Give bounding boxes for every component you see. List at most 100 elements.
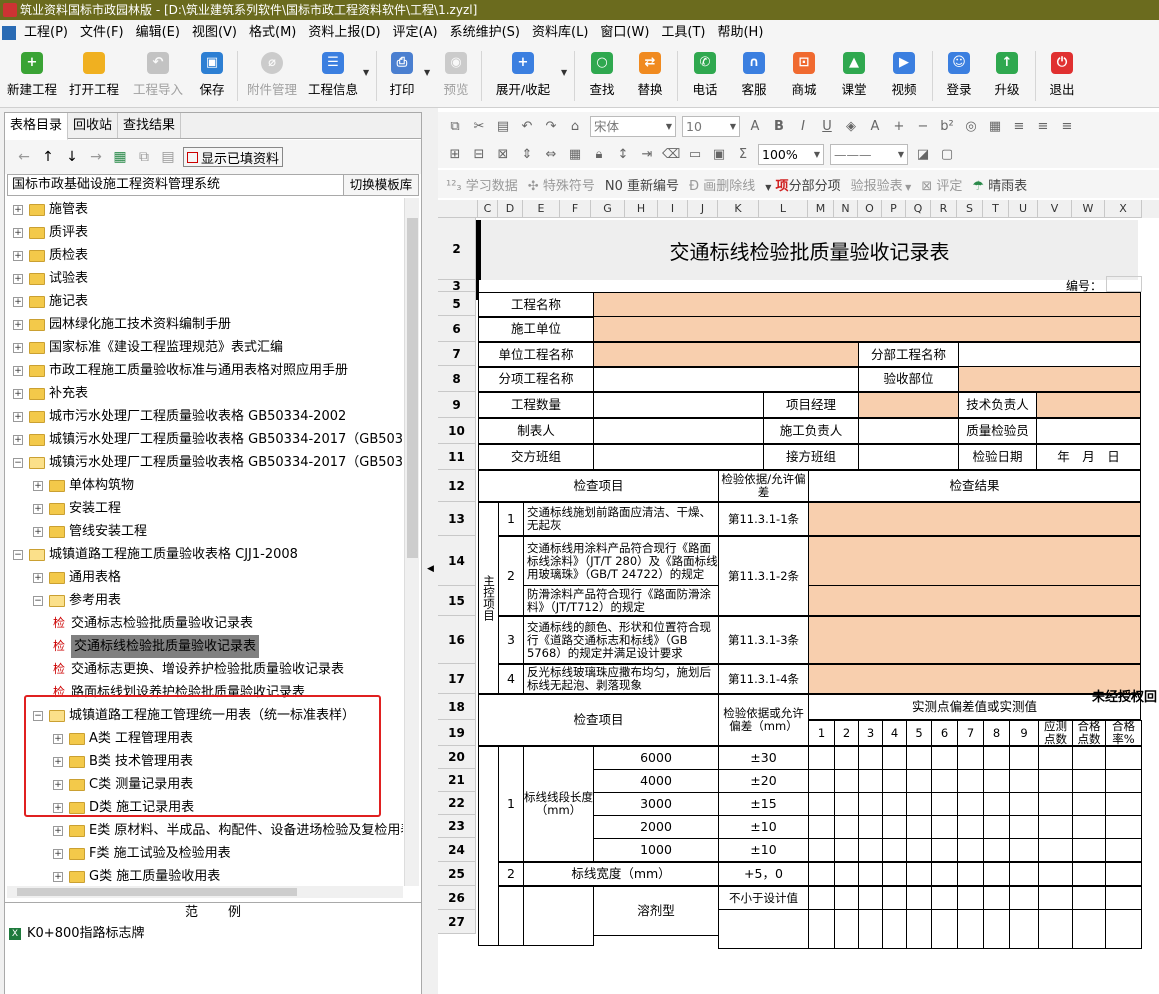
row-header[interactable]: 22 bbox=[438, 792, 476, 815]
row-header[interactable]: 13 bbox=[438, 502, 476, 536]
measure-cell[interactable] bbox=[906, 746, 932, 770]
row-header[interactable]: 19 bbox=[438, 720, 476, 746]
grid-add-icon[interactable]: ▦ bbox=[111, 149, 129, 165]
stat-header[interactable]: 应测点数 bbox=[1038, 720, 1073, 746]
measure-cell[interactable] bbox=[1009, 886, 1039, 910]
tree-folder-item[interactable]: − 城镇道路工程施工管理统一用表（统一标准表样） bbox=[33, 704, 355, 727]
project-info-dropdown-icon[interactable]: ▼ bbox=[363, 68, 373, 77]
expand-icon[interactable]: + bbox=[13, 365, 23, 376]
login-button[interactable]: ☺ 登录 bbox=[936, 46, 982, 106]
row-header[interactable]: 15 bbox=[438, 586, 476, 616]
expand-icon[interactable]: + bbox=[53, 825, 63, 836]
measure-cell[interactable] bbox=[1105, 815, 1142, 839]
column-header[interactable]: G bbox=[591, 200, 625, 218]
expand-icon[interactable]: + bbox=[13, 273, 23, 284]
item-text[interactable]: 交通标线的颜色、形状和位置符合现行《道路交通标志和标线》（GB 5768）的规定… bbox=[523, 616, 719, 664]
menu-evaluate[interactable]: 评定(A) bbox=[387, 20, 444, 46]
menu-file[interactable]: 文件(F) bbox=[74, 20, 130, 46]
segment-length[interactable]: 4000 bbox=[593, 769, 719, 793]
division-project-field[interactable] bbox=[958, 342, 1141, 368]
measure-cell[interactable] bbox=[882, 769, 907, 793]
item-text[interactable]: 防滑涂料产品符合现行《路面防滑涂料》（JT/T712）的规定 bbox=[523, 585, 719, 616]
measure-cell[interactable] bbox=[957, 746, 984, 770]
zoom-select[interactable]: 100% bbox=[758, 143, 824, 165]
expand-icon[interactable]: + bbox=[53, 733, 63, 744]
tree-folder-item[interactable]: + 安装工程 bbox=[33, 497, 121, 520]
borders-icon[interactable]: ⊠ bbox=[494, 147, 512, 162]
measure-cell[interactable] bbox=[1009, 815, 1039, 839]
item-number[interactable]: 3 bbox=[498, 616, 524, 664]
font-grow-icon[interactable]: A bbox=[746, 119, 764, 134]
row-header[interactable]: 6 bbox=[438, 316, 476, 342]
item-result[interactable] bbox=[808, 616, 1141, 664]
renumber-button[interactable]: N0 重新编号 bbox=[605, 175, 679, 194]
measure-cell[interactable] bbox=[906, 886, 932, 910]
tree-folder-item[interactable]: + 通用表格 bbox=[33, 566, 121, 589]
column-header[interactable]: C bbox=[478, 200, 498, 218]
expand-icon[interactable]: + bbox=[53, 871, 63, 882]
video-button[interactable]: ▶ 视频 bbox=[879, 46, 929, 106]
item-basis[interactable]: 第11.3.1-1条 bbox=[718, 502, 809, 536]
measure-cell[interactable] bbox=[1009, 746, 1039, 770]
row-header[interactable]: 27 bbox=[438, 910, 476, 934]
item-result[interactable] bbox=[808, 585, 1141, 616]
point-number[interactable]: 9 bbox=[1009, 720, 1039, 746]
measure-cell[interactable] bbox=[882, 792, 907, 816]
stamp-icon[interactable]: ◎ bbox=[962, 119, 980, 134]
calculator-icon[interactable]: ▣ bbox=[710, 147, 728, 162]
italic-icon[interactable]: I bbox=[794, 119, 812, 134]
arrow-up-icon[interactable]: ↑ bbox=[39, 149, 57, 165]
measure-cell[interactable] bbox=[1105, 862, 1142, 886]
menu-tools[interactable]: 工具(T) bbox=[655, 20, 711, 46]
measure-cell[interactable] bbox=[1072, 886, 1106, 910]
image-icon[interactable]: ▭ bbox=[686, 147, 704, 162]
measure-cell[interactable] bbox=[1038, 862, 1073, 886]
format-painter-icon[interactable]: ⌂ bbox=[566, 119, 584, 134]
row-header[interactable]: 5 bbox=[438, 292, 476, 316]
row-header[interactable]: 23 bbox=[438, 815, 476, 838]
measure-cell[interactable] bbox=[834, 792, 859, 816]
redo-icon[interactable]: ↷ bbox=[542, 119, 560, 134]
expand-icon[interactable]: + bbox=[53, 756, 63, 767]
row-header[interactable]: 26 bbox=[438, 886, 476, 910]
measure-cell[interactable] bbox=[906, 815, 932, 839]
tree-horizontal-scrollbar[interactable] bbox=[7, 886, 403, 898]
column-header[interactable]: S bbox=[957, 200, 983, 218]
width-label[interactable]: 标线宽度（mm） bbox=[523, 862, 719, 886]
sum-icon[interactable]: Σ bbox=[734, 147, 752, 162]
measure-cell[interactable] bbox=[1072, 838, 1106, 862]
inspection-date-field[interactable]: 年 月 日 bbox=[1036, 444, 1141, 470]
unit-project-label[interactable]: 单位工程名称 bbox=[478, 342, 594, 368]
tree-folder-item[interactable]: − 参考用表 bbox=[33, 589, 121, 612]
measure-cell[interactable] bbox=[808, 838, 835, 862]
tree-folder-item[interactable]: + 城镇污水处理厂工程质量验收表格 GB50334-2017（GB503 bbox=[13, 428, 403, 451]
table-icon[interactable]: ▦ bbox=[986, 119, 1004, 134]
measure-cell[interactable] bbox=[1105, 838, 1142, 862]
column-header[interactable]: N bbox=[834, 200, 858, 218]
tree-leaf-item[interactable]: 检交通标志更换、增设养护检验批质量验收记录表 bbox=[53, 658, 344, 681]
line-style-select[interactable]: ——— bbox=[830, 143, 908, 165]
arrow-left-icon[interactable]: ← bbox=[15, 149, 33, 165]
row-header[interactable]: 17 bbox=[438, 664, 476, 694]
tree-folder-item[interactable]: + 园林绿化施工技术资料编制手册 bbox=[13, 313, 231, 336]
replace-button[interactable]: ⇄ 替换 bbox=[626, 46, 674, 106]
inspection-date-label[interactable]: 检验日期 bbox=[958, 444, 1037, 470]
measure-cell[interactable] bbox=[858, 886, 883, 910]
tree-folder-item[interactable]: + C类 测量记录用表 bbox=[53, 773, 193, 796]
measure-cell[interactable] bbox=[882, 746, 907, 770]
sub-items-button[interactable]: ▼ 项分部分项 bbox=[765, 175, 840, 194]
align-left-icon[interactable]: ≡ bbox=[1010, 119, 1028, 134]
unit-project-field[interactable] bbox=[593, 342, 859, 368]
construction-unit-label[interactable]: 施工单位 bbox=[478, 316, 594, 342]
measure-cell[interactable] bbox=[983, 909, 1010, 949]
solvent-tolerance[interactable]: 不小于设计值 bbox=[718, 886, 809, 910]
scrollbar-thumb[interactable] bbox=[17, 888, 297, 896]
strikeline-button[interactable]: Ð 画删除线 bbox=[689, 175, 755, 194]
measure-cell[interactable] bbox=[1038, 815, 1073, 839]
column-header[interactable]: E bbox=[523, 200, 560, 218]
blank-cell[interactable] bbox=[498, 886, 524, 946]
measure-cell[interactable] bbox=[834, 862, 859, 886]
measure-cell[interactable] bbox=[957, 815, 984, 839]
preview-button[interactable]: ◉ 预览 bbox=[434, 46, 478, 106]
menu-system[interactable]: 系统维护(S) bbox=[444, 20, 526, 46]
